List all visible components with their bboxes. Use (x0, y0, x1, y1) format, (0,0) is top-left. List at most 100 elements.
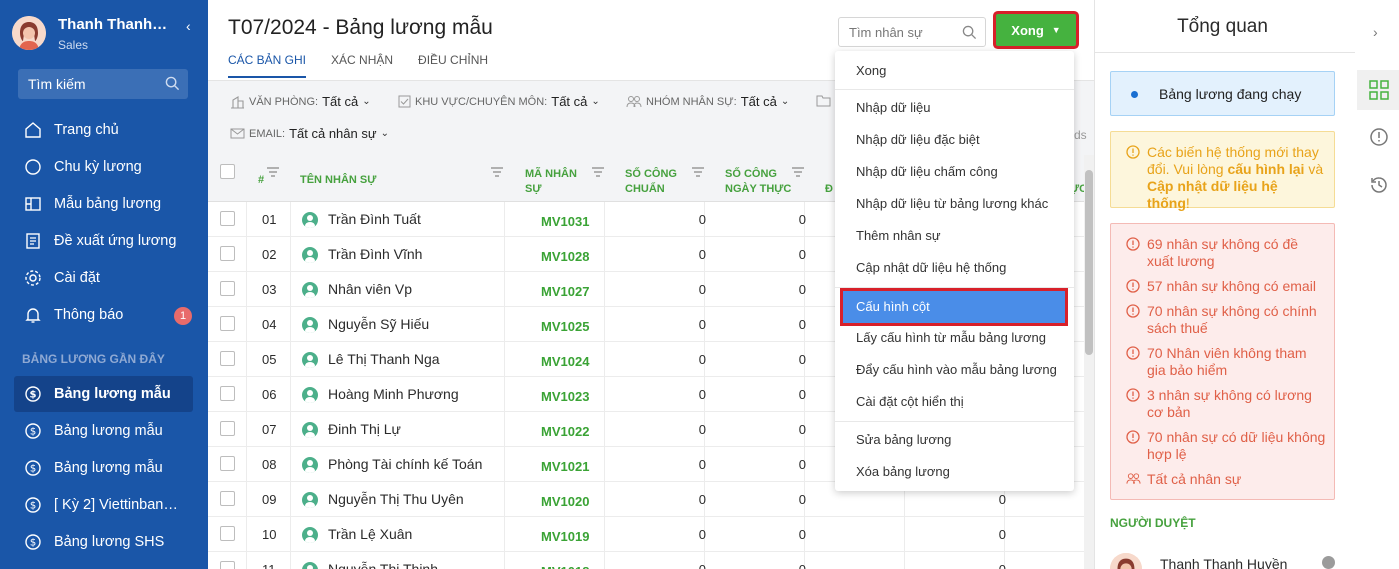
error-item[interactable]: 70 nhân sự có dữ liệu không hợp lệ (1126, 429, 1327, 463)
employee-name-cell[interactable]: Trần Lệ Xuân (302, 517, 412, 552)
sidebar-item-label: Thông báo (54, 307, 124, 323)
menu-item-push-config[interactable]: Đẩy cấu hình vào mẫu bảng lương (835, 354, 1074, 386)
error-item[interactable]: 3 nhân sự không có lương cơ bản (1126, 387, 1327, 421)
sidebar-item-label: Đề xuất ứng lương (54, 233, 177, 249)
reconfigure-link[interactable]: cấu hình lại (1227, 161, 1304, 177)
chevron-right-icon[interactable]: › (1373, 24, 1378, 40)
employee-name-cell[interactable]: Nguyễn Thị Thu Uyên (302, 482, 464, 517)
column-divider (604, 377, 605, 412)
history-icon[interactable] (1369, 175, 1389, 195)
row-checkbox[interactable] (220, 421, 235, 436)
menu-item-import[interactable]: Nhập dữ liệu (835, 92, 1074, 124)
menu-item-column-config[interactable]: Cấu hình cột (843, 291, 1065, 323)
menu-item-import-timesheet[interactable]: Nhập dữ liệu chấm công (835, 156, 1074, 188)
table-row[interactable]: 10 Trần Lệ Xuân MV1019 0 0 0 (208, 517, 1084, 552)
employee-name-cell[interactable]: Đinh Thị Lự (302, 412, 401, 447)
error-item[interactable]: 70 Nhân viên không tham gia bảo hiểm (1126, 345, 1327, 379)
error-text: 70 nhân sự không có chính sách thuế (1147, 303, 1317, 336)
menu-item-edit-payroll[interactable]: Sửa bảng lương (835, 424, 1074, 456)
error-item[interactable]: 70 nhân sự không có chính sách thuế (1126, 303, 1327, 337)
sidebar-item-home[interactable]: Trang chủ (0, 112, 208, 148)
sidebar-recent-item[interactable]: $ Bảng lương mẫu (0, 413, 208, 449)
menu-item-update-system[interactable]: Cập nhật dữ liệu hệ thống (835, 252, 1074, 284)
employee-name-cell[interactable]: Nguyễn Thị Thịnh (302, 552, 438, 569)
error-text: 70 nhân sự có dữ liệu không hợp lệ (1147, 429, 1326, 462)
gear-icon (25, 270, 41, 286)
employee-name-cell[interactable]: Hoàng Minh Phương (302, 377, 459, 412)
employee-name-cell[interactable]: Trần Đình Tuất (302, 202, 421, 237)
filter-email[interactable]: EMAIL: Tất cả nhân sự ⌄ (230, 126, 389, 141)
menu-item-done[interactable]: Xong (835, 55, 1074, 87)
tab-confirm[interactable]: XÁC NHẬN (331, 53, 393, 78)
table-row[interactable]: 11Nguyễn Thị ThịnhMV1018000 (208, 552, 1084, 569)
collapse-sidebar-icon[interactable]: ‹ (186, 18, 191, 34)
employee-name-cell[interactable]: Lê Thị Thanh Nga (302, 342, 440, 377)
row-checkbox[interactable] (220, 246, 235, 261)
sidebar-item-cycle[interactable]: Chu kỳ lương (0, 149, 208, 185)
filter-icon[interactable] (490, 167, 504, 177)
employee-name-cell[interactable]: Nguyễn Sỹ Hiếu (302, 307, 429, 342)
employee-search-input[interactable]: Tìm nhân sự (838, 17, 986, 47)
column-divider (504, 342, 505, 377)
filter-value: Tất cả nhân sự (289, 126, 377, 141)
info-icon[interactable] (1369, 127, 1389, 147)
filter-area[interactable]: KHU VỰC/CHUYÊN MÔN: Tất cả ⌄ (398, 94, 600, 109)
menu-item-load-config[interactable]: Lấy cấu hình từ mẫu bảng lương (835, 322, 1074, 354)
column-divider (290, 377, 291, 412)
document-icon (26, 233, 40, 249)
sidebar-recent-item[interactable]: $ Bảng lương mẫu (14, 376, 193, 412)
filter-icon[interactable] (266, 167, 280, 177)
sidebar-item-advance[interactable]: Đề xuất ứng lương (0, 223, 208, 259)
menu-item-import-other[interactable]: Nhập dữ liệu từ bảng lương khác (835, 188, 1074, 220)
update-system-link[interactable]: Cập nhật dữ liệu hệ thống (1147, 178, 1278, 211)
done-dropdown-button[interactable]: Xong ▼ (996, 14, 1076, 46)
employee-name-cell[interactable]: Nhân viên Vp (302, 272, 412, 307)
all-staff-link[interactable]: Tất cả nhân sự (1126, 471, 1327, 488)
user-role: Sales (58, 38, 89, 52)
filter-icon[interactable] (691, 167, 705, 177)
sidebar-item-notifications[interactable]: Thông báo 1 (0, 297, 208, 333)
filter-group[interactable]: NHÓM NHÂN SỰ: Tất cả ⌄ (626, 94, 789, 109)
employee-icon (302, 422, 318, 439)
sidebar-recent-item[interactable]: $ Bảng lương SHS (0, 524, 208, 560)
row-checkbox[interactable] (220, 561, 235, 569)
filter-folder[interactable] (816, 94, 831, 107)
filter-office[interactable]: VĂN PHÒNG: Tất cả ⌄ (230, 94, 371, 109)
column-divider (604, 237, 605, 272)
sidebar-item-templates[interactable]: Mẫu bảng lương (0, 186, 208, 222)
column-divider (290, 342, 291, 377)
employee-code: MV1021 (541, 459, 590, 474)
filter-icon[interactable] (591, 167, 605, 177)
row-checkbox[interactable] (220, 491, 235, 506)
employee-name-cell[interactable]: Trần Đình Vĩnh (302, 237, 422, 272)
row-checkbox[interactable] (220, 281, 235, 296)
row-checkbox[interactable] (220, 386, 235, 401)
row-checkbox[interactable] (220, 211, 235, 226)
user-avatar[interactable] (12, 16, 46, 50)
employee-name-cell[interactable]: Phòng Tài chính kế Toán (302, 447, 482, 482)
tab-adjust[interactable]: ĐIỀU CHỈNH (418, 53, 488, 78)
menu-item-add-staff[interactable]: Thêm nhân sự (835, 220, 1074, 252)
row-checkbox[interactable] (220, 351, 235, 366)
row-checkbox[interactable] (220, 316, 235, 331)
error-item[interactable]: 57 nhân sự không có email (1126, 278, 1327, 295)
filter-icon[interactable] (791, 167, 805, 177)
select-all-checkbox[interactable] (220, 164, 235, 179)
table-scroll-thumb[interactable] (1085, 170, 1093, 355)
actual-days-value: 0 (798, 317, 806, 332)
error-item[interactable]: 69 nhân sự không có đề xuất lương (1126, 236, 1327, 270)
sidebar-item-settings[interactable]: Cài đặt (0, 260, 208, 296)
row-checkbox[interactable] (220, 456, 235, 471)
employee-icon (302, 562, 318, 569)
home-icon (25, 122, 41, 138)
sidebar-recent-item[interactable]: $ [ Kỳ 2] Viettinbank ... (0, 487, 208, 523)
menu-item-delete-payroll[interactable]: Xóa bảng lương (835, 456, 1074, 488)
row-checkbox[interactable] (220, 526, 235, 541)
tab-records[interactable]: CÁC BẢN GHI (228, 53, 307, 78)
menu-item-import-special[interactable]: Nhập dữ liệu đặc biệt (835, 124, 1074, 156)
employee-name: Nguyễn Sỹ Hiếu (328, 316, 430, 332)
sidebar-recent-item[interactable]: $ Bảng lương mẫu (0, 450, 208, 486)
menu-item-display-columns[interactable]: Cài đặt cột hiển thị (835, 386, 1074, 418)
sidebar-search[interactable]: Tìm kiếm (18, 69, 188, 99)
grid-icon[interactable] (1369, 80, 1389, 100)
